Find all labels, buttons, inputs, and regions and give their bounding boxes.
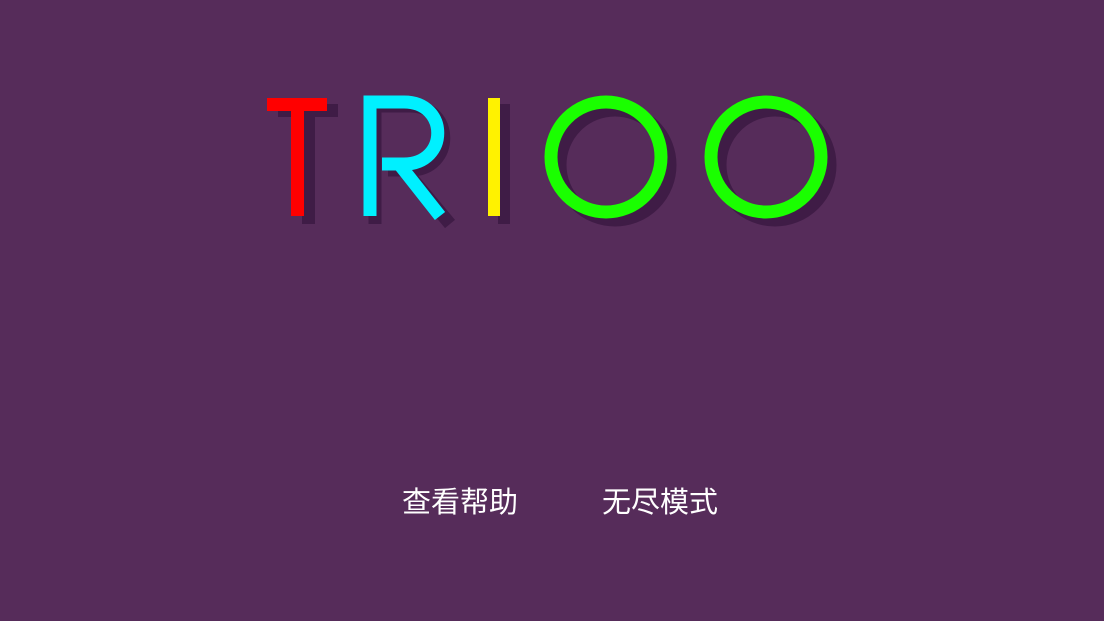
game-logo (0, 0, 1104, 260)
letter-t-stem (291, 98, 304, 216)
logo-svg (267, 95, 837, 229)
endless-mode-button[interactable]: 无尽模式 (602, 482, 718, 522)
game-screen: 查看帮助 无尽模式 (0, 0, 1104, 621)
logo-letter-o-second (704, 95, 828, 219)
view-help-button[interactable]: 查看帮助 (402, 482, 518, 522)
logo-letter-i (488, 98, 500, 216)
logo-letter-o-first (544, 95, 668, 219)
